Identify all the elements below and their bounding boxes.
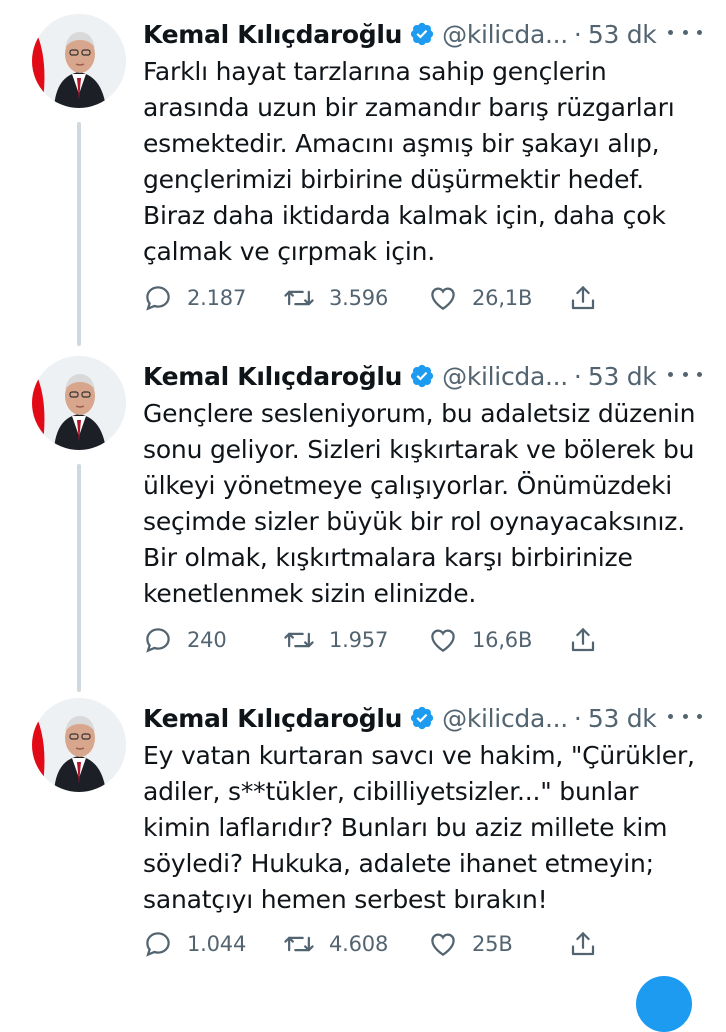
more-options-icon[interactable] xyxy=(668,364,702,384)
tweet-text: Ey vatan kurtaran savcı ve hakim, "Çürük… xyxy=(143,741,695,914)
retweet-button[interactable]: 4.608 xyxy=(283,926,388,962)
retweet-count: 3.596 xyxy=(329,286,389,310)
timestamp[interactable]: 53 dk xyxy=(588,362,657,391)
retweet-icon xyxy=(284,936,314,952)
avatar-image xyxy=(32,698,126,792)
tweet-header: Kemal Kılıçdaroğlu @kilicda... · 53 dk xyxy=(143,356,702,396)
retweet-button[interactable]: 1.957 xyxy=(283,622,388,658)
compose-tweet-button[interactable] xyxy=(636,976,692,1032)
retweet-count: 1.957 xyxy=(329,628,389,652)
avatar[interactable] xyxy=(32,356,126,450)
like-button[interactable]: 16,6B xyxy=(428,622,532,658)
tweet-actions: 2.187 3.596 26,1B xyxy=(143,280,613,316)
reply-count: 1.044 xyxy=(187,932,247,956)
tweet-text: Gençlere sesleniyorum, bu adaletsiz düze… xyxy=(143,399,696,608)
share-button[interactable] xyxy=(568,926,598,962)
verified-badge-icon xyxy=(411,706,434,730)
like-count: 16,6B xyxy=(472,628,533,652)
tweet-header: Kemal Kılıçdaroğlu @kilicda... · 53 dk xyxy=(143,14,702,54)
timestamp[interactable]: 53 dk xyxy=(588,20,657,49)
tweet-actions: 240 1.957 16,6B xyxy=(143,622,613,658)
separator-dot: · xyxy=(573,703,582,733)
like-count: 25B xyxy=(472,932,513,956)
heart-icon xyxy=(431,933,455,956)
heart-icon xyxy=(431,287,455,310)
author-name[interactable]: Kemal Kılıçdaroğlu xyxy=(143,20,402,49)
reply-button[interactable]: 240 xyxy=(143,622,227,658)
separator-dot: · xyxy=(573,19,582,49)
tweet-text: Farklı hayat tarzlarına sahip gençlerin … xyxy=(143,57,675,266)
avatar-image xyxy=(32,14,126,108)
reply-button[interactable]: 1.044 xyxy=(143,926,246,962)
like-button[interactable]: 26,1B xyxy=(428,280,532,316)
share-icon xyxy=(571,286,595,310)
verified-badge-icon xyxy=(411,364,434,388)
share-button[interactable] xyxy=(568,622,598,658)
heart-icon xyxy=(431,629,455,652)
verified-badge-icon xyxy=(411,22,434,46)
retweet-button[interactable]: 3.596 xyxy=(283,280,388,316)
avatar[interactable] xyxy=(32,14,126,108)
share-icon xyxy=(571,932,595,956)
more-options-icon[interactable] xyxy=(668,706,702,726)
reply-button[interactable]: 2.187 xyxy=(143,280,246,316)
retweet-count: 4.608 xyxy=(329,932,389,956)
reply-count: 2.187 xyxy=(187,286,247,310)
reply-icon xyxy=(146,628,170,653)
author-handle[interactable]: @kilicda... xyxy=(442,362,568,391)
avatar-image xyxy=(32,356,126,450)
tweet[interactable]: Kemal Kılıçdaroğlu @kilicda... · 53 dk G… xyxy=(0,342,726,682)
timestamp[interactable]: 53 dk xyxy=(588,704,657,733)
separator-dot: · xyxy=(573,361,582,391)
reply-icon xyxy=(146,932,170,957)
tweet-actions: 1.044 4.608 25B xyxy=(143,926,613,962)
retweet-icon xyxy=(284,290,314,306)
tweet[interactable]: Kemal Kılıçdaroğlu @kilicda... · 53 dk E… xyxy=(0,684,726,984)
author-name[interactable]: Kemal Kılıçdaroğlu xyxy=(143,362,402,391)
tweet[interactable]: Kemal Kılıçdaroğlu @kilicda... · 53 dk F… xyxy=(0,0,726,340)
tweet-header: Kemal Kılıçdaroğlu @kilicda... · 53 dk xyxy=(143,698,702,738)
author-handle[interactable]: @kilicda... xyxy=(442,20,568,49)
author-name[interactable]: Kemal Kılıçdaroğlu xyxy=(143,704,402,733)
like-count: 26,1B xyxy=(472,286,533,310)
avatar[interactable] xyxy=(32,698,126,792)
retweet-icon xyxy=(284,632,314,648)
reply-icon xyxy=(146,286,170,311)
author-handle[interactable]: @kilicda... xyxy=(442,704,568,733)
share-icon xyxy=(571,628,595,652)
more-options-icon[interactable] xyxy=(668,22,702,42)
reply-count: 240 xyxy=(187,628,227,652)
share-button[interactable] xyxy=(568,280,598,316)
like-button[interactable]: 25B xyxy=(428,926,513,962)
